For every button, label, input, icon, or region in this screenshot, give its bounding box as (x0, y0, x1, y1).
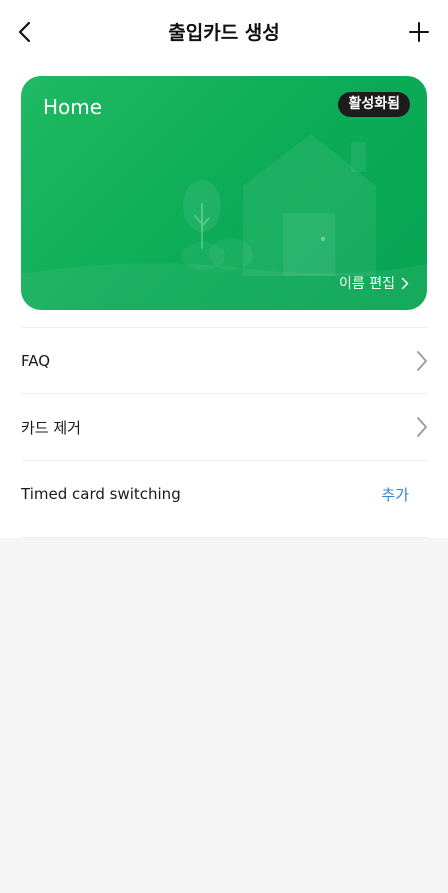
plus-icon (409, 22, 429, 42)
chevron-right-icon (401, 277, 409, 289)
chevron-right-icon (417, 417, 427, 437)
remove-card-label: 카드 제거 (21, 418, 81, 437)
header: 출입카드 생성 (0, 0, 448, 64)
chevron-right-icon (417, 351, 427, 371)
remove-card-row[interactable]: 카드 제거 (21, 393, 428, 460)
edit-name-button[interactable]: 이름 편집 (339, 273, 409, 293)
divider (21, 537, 428, 538)
card-name: Home (43, 95, 103, 119)
access-card[interactable]: Home 활성화됨 이름 편집 (21, 76, 427, 310)
status-badge: 활성화됨 (338, 92, 410, 117)
faq-label: FAQ (21, 352, 51, 370)
timed-card-switching-row: Timed card switching 추가 (21, 460, 428, 527)
add-button[interactable] (402, 14, 436, 50)
add-timed-switching-button[interactable]: 추가 (381, 484, 409, 505)
page-title: 출입카드 생성 (168, 22, 280, 44)
timed-card-switching-label: Timed card switching (21, 485, 181, 503)
faq-row[interactable]: FAQ (21, 327, 428, 394)
edit-name-label: 이름 편집 (339, 276, 395, 292)
